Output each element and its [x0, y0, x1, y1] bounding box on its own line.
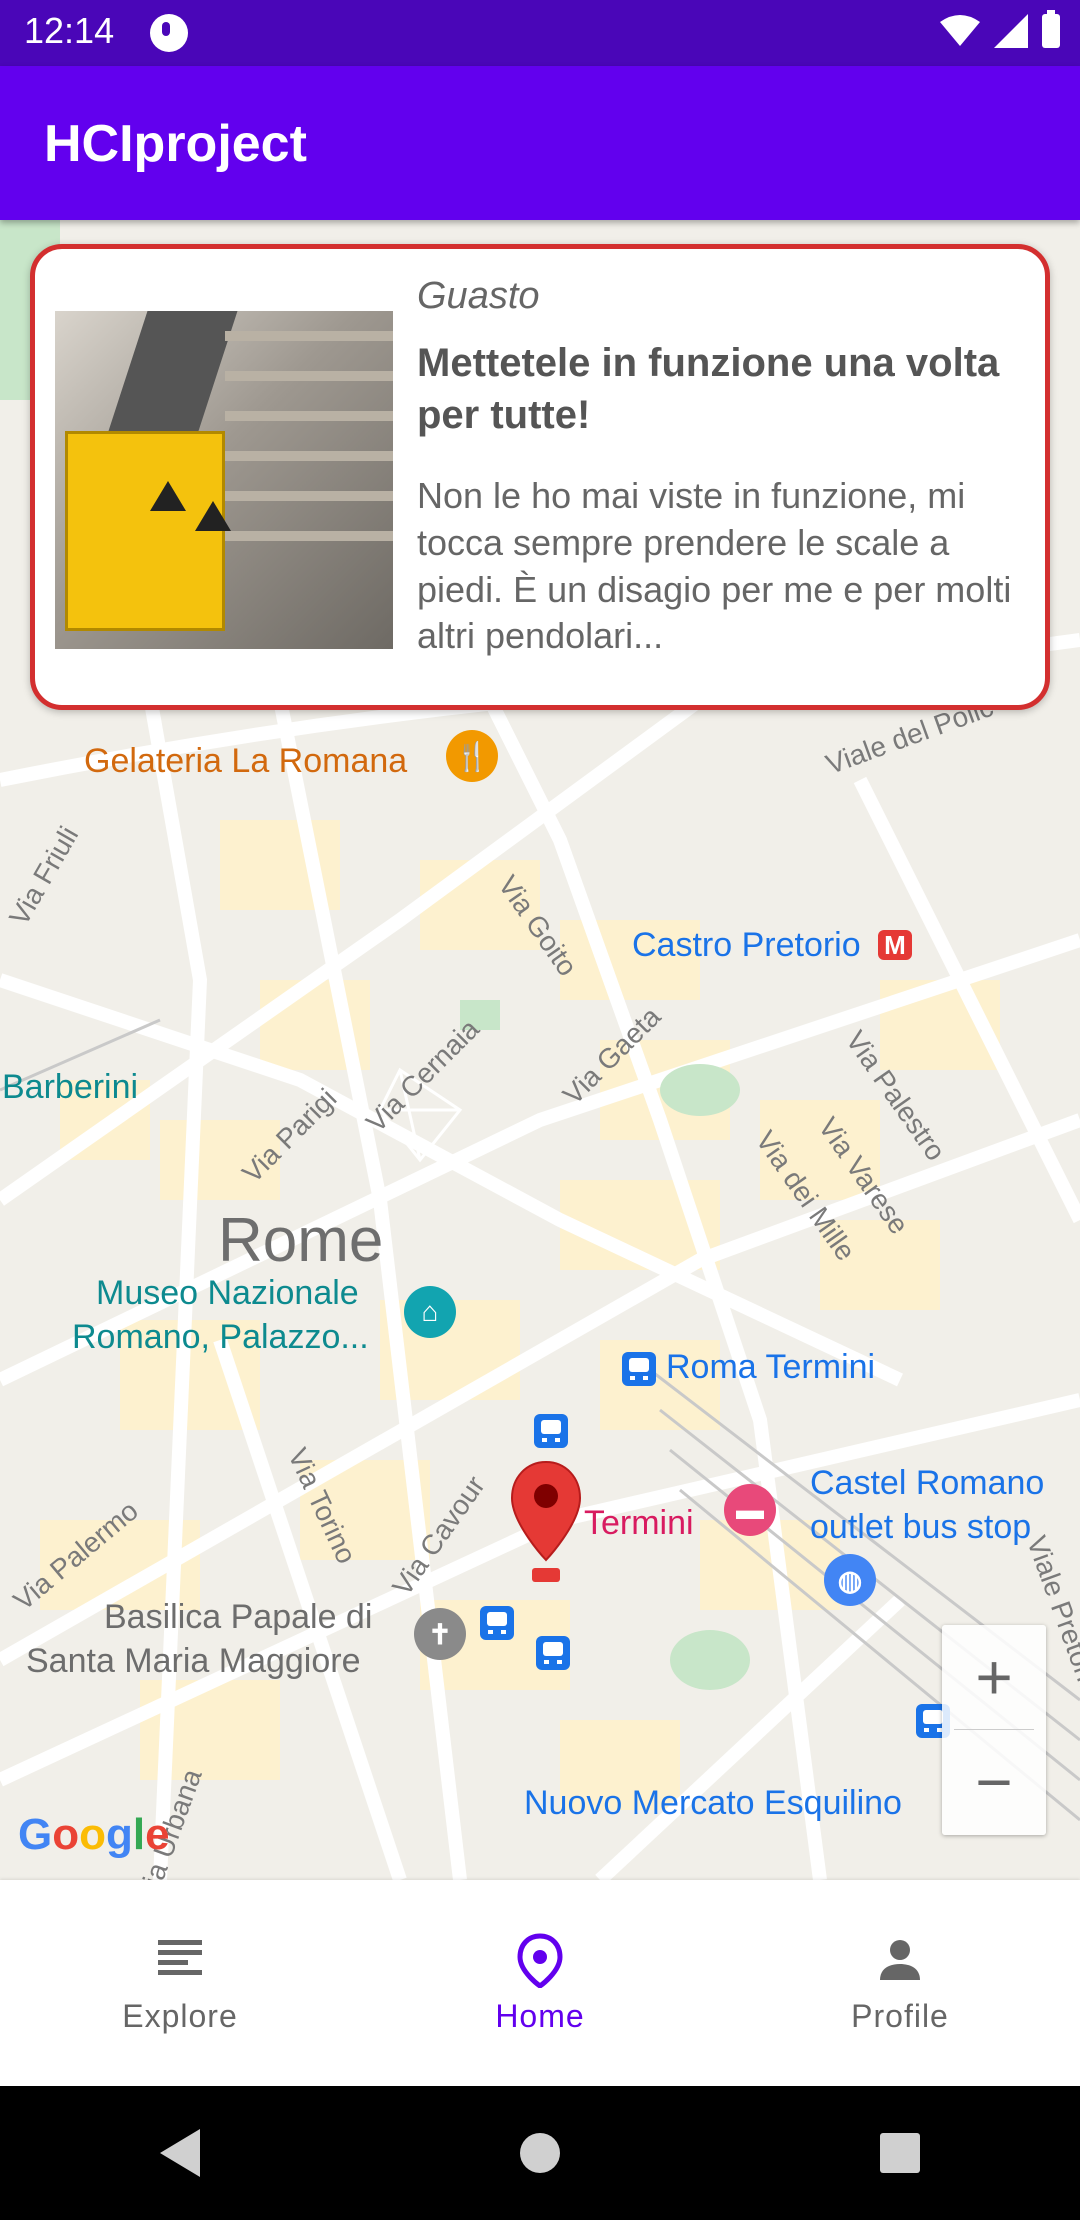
issue-photo	[55, 311, 393, 649]
bus-stop-icon[interactable]	[480, 1606, 514, 1640]
metro-icon[interactable]: M	[878, 930, 912, 960]
restaurant-icon[interactable]: 🍴	[446, 730, 498, 782]
map-label-museo-line2[interactable]: Romano, Palazzo...	[72, 1318, 369, 1357]
map-city-label: Rome	[218, 1206, 384, 1275]
nav-label-home: Home	[495, 1997, 585, 2034]
status-bar: 12:14	[0, 0, 1080, 66]
recents-button[interactable]	[870, 2123, 930, 2183]
nav-item-profile[interactable]: Profile	[720, 1880, 1080, 2086]
recents-icon	[880, 2133, 920, 2173]
map-label-castel-romano[interactable]: Castel Romano	[810, 1464, 1044, 1503]
signal-icon	[994, 14, 1028, 48]
hotel-icon[interactable]: ▬	[724, 1484, 776, 1536]
bus-stop-icon[interactable]	[536, 1636, 570, 1670]
selected-location-pin-icon[interactable]	[510, 1460, 582, 1590]
bus-stop-icon[interactable]	[534, 1414, 568, 1448]
nav-item-home[interactable]: Home	[360, 1880, 720, 2086]
church-icon[interactable]: ✝	[414, 1608, 466, 1660]
map-label-museo[interactable]: Museo Nazionale	[96, 1274, 359, 1313]
location-icon	[517, 1932, 563, 1988]
nav-item-explore[interactable]: Explore	[0, 1880, 360, 2086]
app-title: HCIproject	[44, 115, 307, 173]
map-label-castel-romano-line2[interactable]: outlet bus stop	[810, 1508, 1031, 1547]
zoom-in-button[interactable]: +	[942, 1625, 1046, 1729]
issue-title: Mettetele in funzione una volta per tutt…	[417, 341, 1000, 437]
warning-sign-icon	[195, 501, 231, 531]
map-label-termini[interactable]: Termini	[584, 1504, 694, 1543]
stair-step	[225, 531, 393, 541]
map-label-basilica[interactable]: Basilica Papale di	[104, 1598, 372, 1637]
yellow-barrier	[65, 431, 225, 631]
stair-step	[225, 331, 393, 341]
map-label-nuovo-mercato[interactable]: Nuovo Mercato Esquilino	[524, 1784, 902, 1823]
map-label-barberini[interactable]: Barberini	[2, 1068, 138, 1107]
status-time: 12:14	[24, 10, 115, 51]
app-bar: HCIproject	[0, 66, 1080, 220]
map-label-gelateria[interactable]: Gelateria La Romana	[84, 742, 407, 781]
list-icon	[158, 1939, 202, 1975]
stair-step	[225, 371, 393, 381]
issue-category: Guasto	[417, 275, 540, 317]
google-logo: Google	[18, 1810, 170, 1859]
stair-step	[225, 451, 393, 461]
person-icon	[880, 1939, 920, 1980]
shopping-icon[interactable]: ◍	[824, 1554, 876, 1606]
issue-card[interactable]: Guasto Mettetele in funzione una volta p…	[30, 244, 1050, 710]
train-station-icon[interactable]	[622, 1352, 656, 1386]
back-button[interactable]	[150, 2123, 210, 2183]
stair-step	[225, 411, 393, 421]
nav-label-explore: Explore	[122, 1997, 238, 2034]
stair-step	[225, 491, 393, 501]
nav-label-profile: Profile	[851, 1997, 949, 2034]
battery-icon	[1042, 10, 1060, 48]
home-button[interactable]	[510, 2123, 570, 2183]
app-notification-icon	[150, 14, 188, 52]
map-label-roma-termini[interactable]: Roma Termini	[666, 1348, 875, 1387]
issue-description: Non le ho mai viste in funzione, mi tocc…	[417, 475, 1012, 657]
zoom-controls: + −	[942, 1625, 1046, 1835]
wifi-icon	[940, 15, 980, 46]
zoom-out-button[interactable]: −	[942, 1730, 1046, 1834]
map-label-castro-pretorio[interactable]: Castro Pretorio	[632, 926, 861, 965]
system-navigation-bar	[0, 2086, 1080, 2220]
museum-icon[interactable]: ⌂	[404, 1286, 456, 1338]
back-icon	[160, 2129, 200, 2177]
status-icons	[940, 10, 1060, 48]
bottom-navigation: Explore Home Profile	[0, 1880, 1080, 2086]
home-circle-icon	[520, 2133, 560, 2173]
warning-sign-icon	[150, 481, 186, 511]
map-label-basilica-line2[interactable]: Santa Maria Maggiore	[26, 1642, 361, 1681]
